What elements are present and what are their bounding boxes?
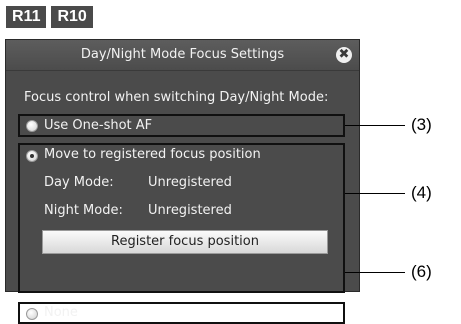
register-focus-position-button[interactable]: Register focus position (42, 230, 328, 254)
night-mode-row: Night Mode: Unregistered (44, 203, 232, 218)
radio-selected-icon[interactable] (26, 150, 38, 162)
model-badge-r10: R10 (51, 6, 93, 28)
callout-6: (6) (411, 262, 432, 281)
callout-line-3 (345, 125, 405, 126)
dialog-title: Day/Night Mode Focus Settings (80, 47, 285, 62)
radio-icon[interactable] (26, 308, 38, 320)
radio-icon[interactable] (26, 120, 38, 132)
option-label: Use One-shot AF (44, 118, 153, 133)
option-registered-position[interactable]: Move to registered focus position Day Mo… (18, 143, 345, 293)
model-badge-r11: R11 (6, 6, 47, 28)
option-label: Move to registered focus position (44, 147, 261, 162)
callout-4: (4) (411, 183, 432, 202)
option-one-shot-af[interactable]: Use One-shot AF (18, 114, 345, 137)
option-none[interactable]: None (18, 302, 345, 324)
day-night-focus-dialog: Day/Night Mode Focus Settings ✖ Focus co… (5, 39, 360, 324)
night-mode-value: Unregistered (148, 203, 232, 218)
day-mode-label: Day Mode: (44, 175, 114, 190)
callout-line-6 (345, 272, 405, 273)
night-mode-label: Night Mode: (44, 203, 123, 218)
day-mode-row: Day Mode: Unregistered (44, 175, 232, 190)
option-label: None (44, 305, 78, 320)
focus-control-heading: Focus control when switching Day/Night M… (24, 90, 329, 105)
callout-line-4 (345, 193, 405, 194)
callout-3: (3) (411, 115, 432, 134)
day-mode-value: Unregistered (148, 175, 232, 190)
close-icon[interactable]: ✖ (336, 47, 352, 63)
model-badges: R11 R10 (6, 6, 93, 28)
dialog-titlebar: Day/Night Mode Focus Settings ✖ (6, 40, 359, 71)
